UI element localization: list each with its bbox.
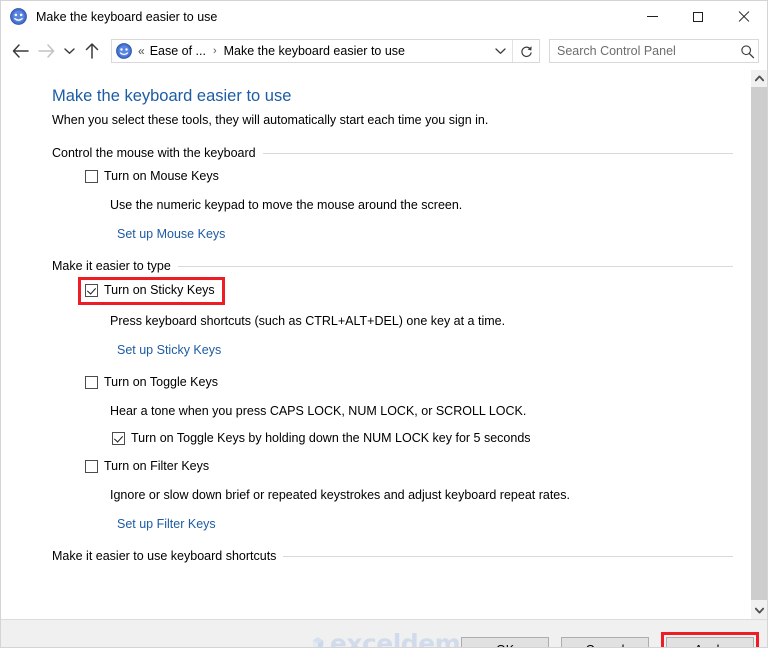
control-panel-window: Make the keyboard easier to use « Ease o… — [0, 0, 768, 648]
setup-mouse-keys-link[interactable]: Set up Mouse Keys — [117, 227, 225, 241]
chevron-down-icon — [494, 48, 506, 54]
maximize-icon — [693, 11, 703, 22]
group-header-keyboard-shortcuts: Make it easier to use keyboard shortcuts — [52, 549, 749, 563]
sticky-keys-row: Turn on Sticky Keys — [78, 277, 749, 305]
refresh-icon — [520, 45, 532, 57]
maximize-button[interactable] — [675, 1, 721, 32]
group-header-control-mouse: Control the mouse with the keyboard — [52, 146, 749, 160]
dialog-buttons: OK Cancel Apply — [461, 632, 759, 647]
checkbox-row-toggle-keys[interactable]: Turn on Toggle Keys — [85, 375, 749, 390]
group-divider — [177, 265, 733, 267]
setup-filter-keys-link[interactable]: Set up Filter Keys — [117, 517, 216, 531]
checkbox-row-filter-keys[interactable]: Turn on Filter Keys — [85, 459, 749, 474]
watermark-top: exceldemy — [311, 626, 477, 648]
scroll-up-button[interactable] — [751, 70, 767, 87]
breadcrumb-overflow[interactable]: « — [138, 44, 145, 58]
recent-locations-button[interactable] — [59, 38, 79, 64]
group-header-label: Make it easier to use keyboard shortcuts — [52, 549, 277, 563]
window-controls — [629, 1, 767, 32]
minimize-icon — [646, 16, 658, 17]
filter-keys-description: Ignore or slow down brief or repeated ke… — [110, 488, 570, 502]
sticky-keys-label: Turn on Sticky Keys — [104, 283, 215, 297]
breadcrumb-item-ease-of-access[interactable]: Ease of ... — [150, 44, 206, 58]
group-control-mouse: Control the mouse with the keyboard Turn… — [52, 146, 749, 241]
content-area: Make the keyboard easier to use When you… — [1, 70, 767, 619]
filter-keys-checkbox[interactable] — [85, 460, 98, 473]
toggle-keys-numlock-label: Turn on Toggle Keys by holding down the … — [131, 431, 531, 445]
up-level-button[interactable] — [79, 38, 105, 64]
search-icon[interactable] — [736, 44, 758, 59]
sticky-keys-checkbox[interactable] — [85, 284, 98, 297]
ease-of-access-icon — [10, 8, 27, 25]
exceldemy-logo-icon — [312, 637, 324, 647]
title-bar: Make the keyboard easier to use — [1, 1, 767, 32]
group-header-easier-to-type: Make it easier to type — [52, 259, 749, 273]
mouse-keys-label: Turn on Mouse Keys — [104, 169, 219, 183]
page-title: Make the keyboard easier to use — [52, 87, 292, 105]
group-divider — [283, 555, 733, 557]
refresh-button[interactable] — [512, 40, 539, 62]
group-divider — [262, 152, 733, 154]
minimize-button[interactable] — [629, 1, 675, 32]
scroll-down-button[interactable] — [751, 602, 767, 619]
breadcrumb-separator[interactable]: › — [213, 45, 217, 57]
close-icon — [738, 11, 750, 23]
vertical-scrollbar[interactable] — [750, 70, 767, 619]
search-input[interactable] — [550, 44, 736, 58]
window-title: Make the keyboard easier to use — [36, 9, 218, 24]
back-button[interactable] — [7, 38, 33, 64]
ok-button[interactable]: OK — [461, 637, 549, 647]
dialog-footer: exceldemy EXCEL - DATA - BI OK Cancel Ap… — [1, 619, 767, 648]
mouse-keys-description: Use the numeric keypad to move the mouse… — [110, 198, 463, 212]
chevron-down-icon — [63, 48, 75, 54]
breadcrumb-ease-of-access-icon — [116, 43, 132, 59]
sticky-keys-description: Press keyboard shortcuts (such as CTRL+A… — [110, 314, 506, 328]
mouse-keys-link-row: Set up Mouse Keys — [117, 227, 749, 241]
toggle-keys-checkbox[interactable] — [85, 376, 98, 389]
group-header-label: Control the mouse with the keyboard — [52, 146, 256, 160]
sticky-keys-link-row: Set up Sticky Keys — [117, 343, 749, 357]
cancel-button[interactable]: Cancel — [561, 637, 649, 647]
navigation-bar: « Ease of ... › Make the keyboard easier… — [1, 32, 767, 70]
mouse-keys-checkbox[interactable] — [85, 170, 98, 183]
filter-keys-label: Turn on Filter Keys — [104, 459, 210, 473]
close-button[interactable] — [721, 1, 767, 32]
settings-panel: Make the keyboard easier to use When you… — [1, 70, 749, 619]
watermark-name: exceldemy — [329, 628, 477, 648]
apply-button-highlight: Apply — [661, 632, 759, 647]
filter-keys-link-row: Set up Filter Keys — [117, 517, 749, 531]
sticky-keys-highlight: Turn on Sticky Keys — [78, 277, 225, 305]
scrollbar-thumb[interactable] — [751, 87, 767, 600]
scroll-up-icon — [754, 75, 764, 82]
address-dropdown-button[interactable] — [488, 40, 512, 62]
forward-arrow-icon — [37, 44, 54, 58]
page-subtitle: When you select these tools, they will a… — [52, 113, 489, 127]
forward-button[interactable] — [33, 38, 59, 64]
search-box[interactable] — [549, 39, 759, 63]
exceldemy-watermark: exceldemy EXCEL - DATA - BI — [311, 626, 477, 648]
up-arrow-icon — [85, 43, 99, 59]
breadcrumb-item-current[interactable]: Make the keyboard easier to use — [224, 44, 405, 58]
group-header-label: Make it easier to type — [52, 259, 171, 273]
checkbox-row-mouse-keys[interactable]: Turn on Mouse Keys — [85, 169, 749, 184]
magnifier-icon — [740, 44, 754, 58]
address-bar[interactable]: « Ease of ... › Make the keyboard easier… — [111, 39, 540, 63]
group-easier-to-type: Make it easier to type Turn on Sticky Ke… — [52, 259, 749, 531]
scrollbar-track[interactable] — [751, 87, 767, 602]
apply-button[interactable]: Apply — [666, 637, 754, 647]
scroll-down-icon — [754, 607, 764, 614]
setup-sticky-keys-link[interactable]: Set up Sticky Keys — [117, 343, 221, 357]
checkbox-row-toggle-keys-numlock[interactable]: Turn on Toggle Keys by holding down the … — [112, 431, 749, 446]
toggle-keys-label: Turn on Toggle Keys — [104, 375, 218, 389]
toggle-keys-numlock-checkbox[interactable] — [112, 432, 125, 445]
toggle-keys-description: Hear a tone when you press CAPS LOCK, NU… — [110, 404, 527, 418]
back-arrow-icon — [12, 44, 29, 58]
